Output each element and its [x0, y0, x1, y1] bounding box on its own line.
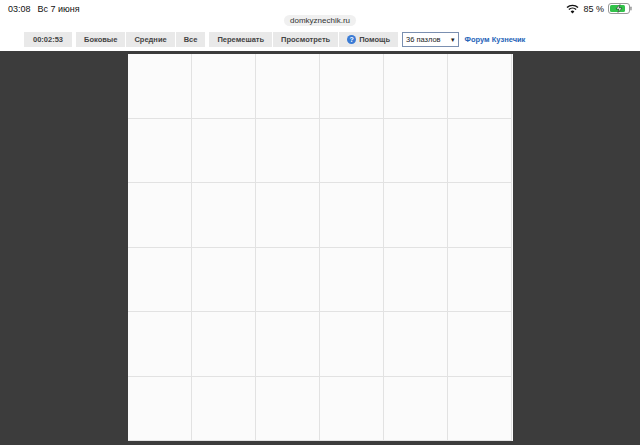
puzzle-piece[interactable]	[448, 248, 512, 313]
action-group: ПеремешатьПросмотреть?Помощь	[209, 32, 398, 47]
puzzle-piece[interactable]	[256, 312, 320, 377]
puzzle-piece[interactable]	[320, 312, 384, 377]
puzzle-piece[interactable]	[384, 54, 448, 119]
puzzle-piece[interactable]	[256, 119, 320, 184]
puzzle-piece[interactable]	[256, 377, 320, 442]
puzzle-piece[interactable]	[128, 183, 192, 248]
puzzle-piece[interactable]	[192, 377, 256, 442]
page: 03:08 Вс 7 июня 85 % domkyznechik.ru 00:…	[0, 0, 640, 445]
date: Вс 7 июня	[38, 4, 80, 14]
puzzle-piece[interactable]	[256, 54, 320, 119]
status-bar: 03:08 Вс 7 июня 85 % domkyznechik.ru	[0, 0, 640, 29]
action-button[interactable]: Перемешать	[209, 32, 272, 47]
charging-icon	[616, 5, 622, 13]
battery-percent: 85 %	[583, 4, 604, 14]
clock: 03:08	[8, 4, 31, 14]
puzzle-piece[interactable]	[320, 183, 384, 248]
address-bar[interactable]: domkyznechik.ru	[284, 15, 356, 26]
wifi-icon	[566, 4, 579, 14]
puzzle-piece[interactable]	[384, 377, 448, 442]
piece-filter-button[interactable]: Все	[176, 32, 206, 47]
puzzle-piece[interactable]	[128, 377, 192, 442]
puzzle-piece[interactable]	[192, 312, 256, 377]
toolbar: 00:02:53 БоковыеСредниеВсе ПеремешатьПро…	[0, 29, 640, 50]
puzzle-image	[128, 54, 513, 441]
piece-filter-group: БоковыеСредниеВсе	[76, 32, 205, 47]
puzzle-piece[interactable]	[320, 54, 384, 119]
puzzle-piece[interactable]	[384, 312, 448, 377]
timer: 00:02:53	[24, 32, 72, 47]
puzzle-piece[interactable]	[320, 119, 384, 184]
dropdown-arrow-icon: ▾	[451, 36, 455, 44]
puzzle-piece[interactable]	[448, 312, 512, 377]
help-icon: ?	[347, 35, 356, 44]
puzzle-piece[interactable]	[384, 183, 448, 248]
puzzle-board	[0, 51, 640, 445]
action-button[interactable]: ?Помощь	[339, 32, 398, 47]
action-button[interactable]: Просмотреть	[273, 32, 338, 47]
puzzle-piece[interactable]	[256, 248, 320, 313]
puzzle-piece[interactable]	[128, 312, 192, 377]
puzzle-piece[interactable]	[192, 119, 256, 184]
puzzle-piece[interactable]	[448, 183, 512, 248]
puzzle-piece[interactable]	[448, 54, 512, 119]
puzzle-piece[interactable]	[128, 54, 192, 119]
puzzle-piece[interactable]	[256, 183, 320, 248]
puzzle-piece[interactable]	[320, 248, 384, 313]
puzzle-piece[interactable]	[448, 377, 512, 442]
puzzle-piece[interactable]	[128, 119, 192, 184]
piece-filter-button[interactable]: Средние	[126, 32, 174, 47]
pieces-select[interactable]: 36 пазлов ▾	[402, 32, 459, 47]
puzzle-piece[interactable]	[448, 119, 512, 184]
puzzle-piece[interactable]	[192, 54, 256, 119]
puzzle-piece[interactable]	[384, 119, 448, 184]
puzzle-piece[interactable]	[384, 248, 448, 313]
puzzle-piece[interactable]	[128, 248, 192, 313]
forum-link[interactable]: Форум Кузнечик	[465, 35, 526, 44]
puzzle-piece[interactable]	[192, 248, 256, 313]
puzzle-piece[interactable]	[192, 183, 256, 248]
battery-icon	[608, 3, 632, 14]
puzzle-piece[interactable]	[320, 377, 384, 442]
piece-filter-button[interactable]: Боковые	[76, 32, 125, 47]
